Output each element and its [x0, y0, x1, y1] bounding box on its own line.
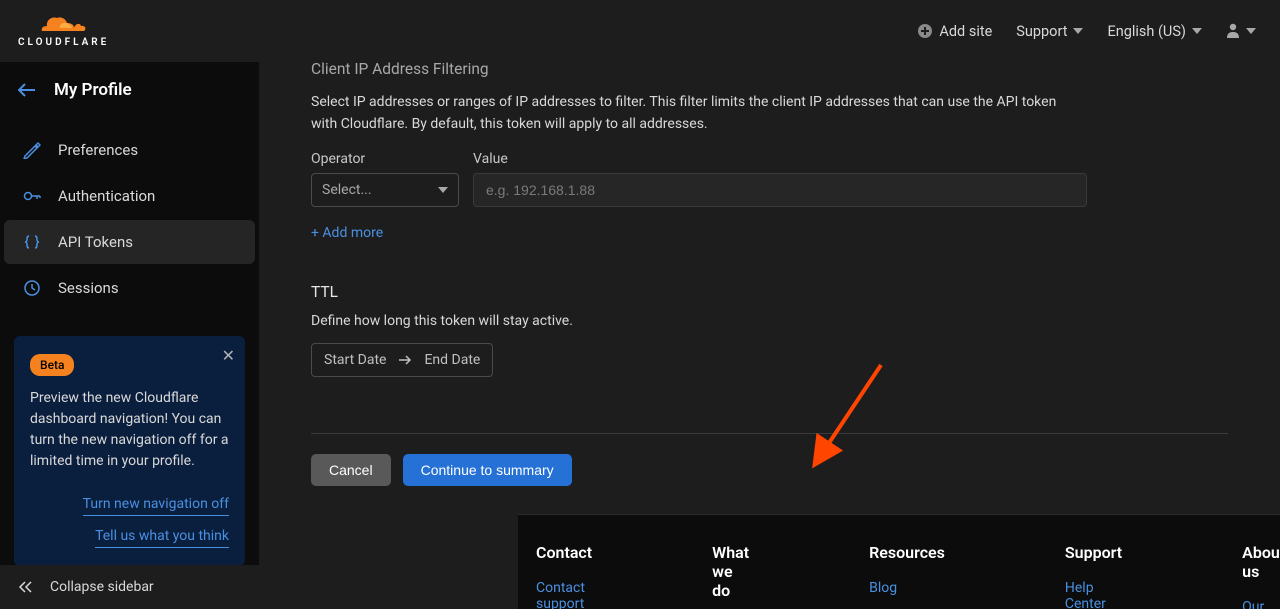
footer-col-what: What we do Plans	[712, 543, 749, 609]
language-dropdown[interactable]: English (US)	[1107, 23, 1202, 40]
beta-badge: Beta	[30, 354, 74, 376]
footer-link-contact-support[interactable]: Contact support	[536, 580, 592, 609]
collapse-sidebar-button[interactable]: Collapse sidebar	[0, 565, 259, 609]
footer-link-our-team[interactable]: Our team	[1242, 599, 1280, 609]
back-arrow-icon[interactable]	[18, 83, 36, 97]
chevron-down-icon	[1192, 28, 1202, 34]
continue-button[interactable]: Continue to summary	[403, 454, 572, 486]
sidebar: My Profile Preferences Authentication AP…	[0, 62, 259, 609]
sidebar-item-authentication[interactable]: Authentication	[4, 174, 255, 218]
footer-link-help-center[interactable]: Help Center	[1065, 580, 1122, 609]
cancel-button[interactable]: Cancel	[311, 454, 391, 486]
divider	[311, 433, 1228, 434]
operator-label: Operator	[311, 151, 459, 167]
nav-label: Preferences	[58, 141, 138, 159]
plus-circle-icon	[917, 23, 933, 39]
chevron-down-icon	[438, 187, 448, 193]
nav-label: Authentication	[58, 187, 155, 205]
sidebar-item-preferences[interactable]: Preferences	[4, 128, 255, 172]
beta-text: Preview the new Cloudflare dashboard nav…	[30, 388, 229, 472]
beta-link-turn-off[interactable]: Turn new navigation off	[83, 494, 229, 516]
key-icon	[22, 186, 42, 206]
footer-col-contact: Contact Contact support	[536, 543, 592, 609]
date-range-picker[interactable]: Start Date End Date	[311, 343, 493, 377]
ttl-title: TTL	[311, 283, 1228, 301]
sidebar-item-api-tokens[interactable]: API Tokens	[4, 220, 255, 264]
beta-link-feedback[interactable]: Tell us what you think	[95, 526, 229, 548]
pencil-icon	[22, 140, 42, 160]
footer-col-resources: Resources Blog	[869, 543, 945, 609]
cloudflare-icon	[40, 14, 88, 34]
main-content: Client IP Address Filtering Select IP ad…	[259, 62, 1280, 609]
add-more-link[interactable]: + Add more	[311, 225, 383, 241]
braces-icon	[22, 232, 42, 252]
ip-filter-desc: Select IP addresses or ranges of IP addr…	[311, 92, 1081, 135]
footer: Contact Contact support What we do Plans…	[518, 514, 1280, 609]
footer-link-blog[interactable]: Blog	[869, 580, 945, 596]
user-icon	[1226, 23, 1240, 39]
sidebar-item-sessions[interactable]: Sessions	[4, 266, 255, 310]
beta-card: ✕ Beta Preview the new Cloudflare dashbo…	[14, 336, 245, 566]
sidebar-header: My Profile	[0, 62, 259, 118]
ttl-desc: Define how long this token will stay act…	[311, 313, 1228, 329]
nav-label: API Tokens	[58, 233, 133, 251]
logo[interactable]: CLOUDFLARE	[18, 14, 109, 48]
footer-col-support: Support Help Center	[1065, 543, 1122, 609]
support-dropdown[interactable]: Support	[1016, 23, 1083, 40]
ttl-section: TTL Define how long this token will stay…	[311, 283, 1228, 377]
button-row: Cancel Continue to summary	[311, 454, 1228, 486]
user-menu[interactable]	[1226, 23, 1256, 39]
ip-filter-form-row: Operator Select... Value	[311, 151, 1228, 207]
beta-links: Turn new navigation off Tell us what you…	[30, 484, 229, 548]
ip-filter-title: Client IP Address Filtering	[311, 62, 1228, 78]
logo-text: CLOUDFLARE	[18, 37, 109, 48]
header-right: Add site Support English (US)	[917, 23, 1256, 40]
value-label: Value	[473, 151, 1087, 167]
chevron-down-icon	[1246, 28, 1256, 34]
add-site-button[interactable]: Add site	[917, 23, 992, 40]
nav-label: Sessions	[58, 279, 119, 297]
sidebar-title: My Profile	[54, 80, 132, 100]
sidebar-nav: Preferences Authentication API Tokens Se…	[0, 118, 259, 312]
clock-icon	[22, 278, 42, 298]
value-input[interactable]	[473, 173, 1087, 207]
header: CLOUDFLARE Add site Support English (US)	[0, 0, 1280, 62]
operator-select[interactable]: Select...	[311, 173, 459, 207]
footer-col-about: About us Our team	[1242, 543, 1280, 609]
collapse-icon	[18, 581, 34, 593]
chevron-down-icon	[1073, 28, 1083, 34]
close-icon[interactable]: ✕	[222, 344, 235, 368]
arrow-right-icon	[398, 355, 412, 365]
